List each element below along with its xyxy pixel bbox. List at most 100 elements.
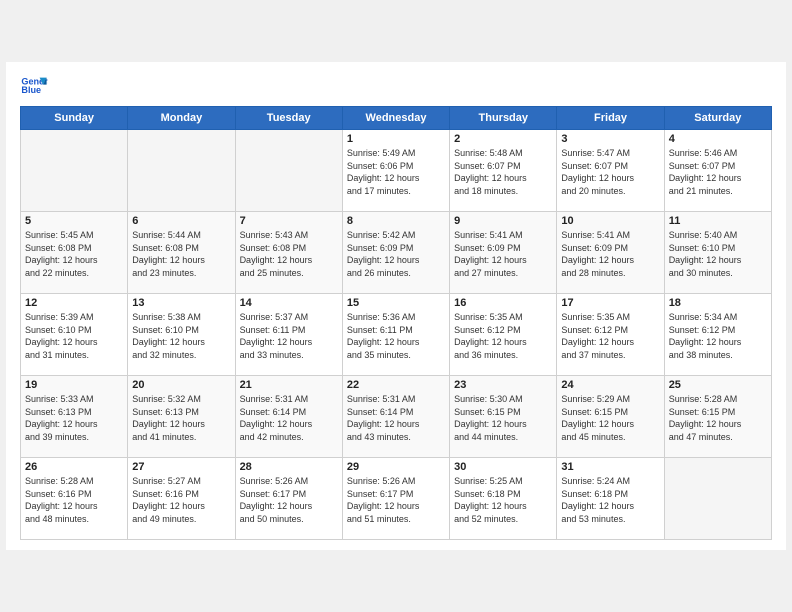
day-info: Sunrise: 5:29 AM Sunset: 6:15 PM Dayligh… — [561, 393, 659, 443]
day-cell: 26Sunrise: 5:28 AM Sunset: 6:16 PM Dayli… — [21, 458, 128, 540]
week-row-2: 12 Sunrise: 5:39 AM Sunset: 6:10 PM Dayli… — [21, 294, 772, 376]
day-number: 20 — [132, 379, 230, 391]
day-number: 25 — [669, 379, 767, 391]
day-info: Sunrise: 5:41 AM Sunset: 6:09 PM Dayligh… — [561, 229, 659, 279]
day-cell: 4 Sunrise: 5:46 AM Sunset: 6:07 PM Daylig… — [664, 130, 771, 212]
day-cell: 1Sunrise: 5:49 AM Sunset: 6:06 PM Daylig… — [342, 130, 449, 212]
day-info: Sunrise: 5:28 AM Sunset: 6:15 PM Dayligh… — [669, 393, 767, 443]
day-cell: 25 Sunrise: 5:28 AM Sunset: 6:15 PM Dayli… — [664, 376, 771, 458]
day-number: 11 — [669, 215, 767, 227]
day-info: Sunrise: 5:31 AM Sunset: 6:14 PM Dayligh… — [347, 393, 445, 443]
day-cell — [128, 130, 235, 212]
day-number: 15 — [347, 297, 445, 309]
day-info: Sunrise: 5:26 AM Sunset: 6:17 PM Dayligh… — [240, 475, 338, 525]
day-info: Sunrise: 5:46 AM Sunset: 6:07 PM Dayligh… — [669, 147, 767, 197]
day-cell — [21, 130, 128, 212]
calendar-body: 1Sunrise: 5:49 AM Sunset: 6:06 PM Daylig… — [21, 130, 772, 540]
day-number: 17 — [561, 297, 659, 309]
day-info: Sunrise: 5:42 AM Sunset: 6:09 PM Dayligh… — [347, 229, 445, 279]
weekday-friday: Friday — [557, 107, 664, 130]
day-cell — [235, 130, 342, 212]
day-cell: 30 Sunrise: 5:25 AM Sunset: 6:18 PM Dayli… — [450, 458, 557, 540]
weekday-monday: Monday — [128, 107, 235, 130]
day-cell: 21 Sunrise: 5:31 AM Sunset: 6:14 PM Dayli… — [235, 376, 342, 458]
calendar-container: General Blue SundayMondayTuesdayWednesda… — [6, 62, 786, 550]
day-cell: 10 Sunrise: 5:41 AM Sunset: 6:09 PM Dayli… — [557, 212, 664, 294]
day-number: 9 — [454, 215, 552, 227]
day-info: Sunrise: 5:32 AM Sunset: 6:13 PM Dayligh… — [132, 393, 230, 443]
day-cell: 16 Sunrise: 5:35 AM Sunset: 6:12 PM Dayli… — [450, 294, 557, 376]
weekday-wednesday: Wednesday — [342, 107, 449, 130]
day-info: Sunrise: 5:39 AM Sunset: 6:10 PM Dayligh… — [25, 311, 123, 361]
day-number: 8 — [347, 215, 445, 227]
day-number: 26 — [25, 461, 123, 473]
day-cell: 27Sunrise: 5:27 AM Sunset: 6:16 PM Dayli… — [128, 458, 235, 540]
day-number: 4 — [669, 133, 767, 145]
weekday-sunday: Sunday — [21, 107, 128, 130]
day-number: 29 — [347, 461, 445, 473]
day-cell: 24 Sunrise: 5:29 AM Sunset: 6:15 PM Dayli… — [557, 376, 664, 458]
day-cell: 15 Sunrise: 5:36 AM Sunset: 6:11 PM Dayli… — [342, 294, 449, 376]
day-info: Sunrise: 5:31 AM Sunset: 6:14 PM Dayligh… — [240, 393, 338, 443]
day-info: Sunrise: 5:48 AM Sunset: 6:07 PM Dayligh… — [454, 147, 552, 197]
logo-icon: General Blue — [20, 72, 48, 100]
day-number: 16 — [454, 297, 552, 309]
weekday-saturday: Saturday — [664, 107, 771, 130]
day-info: Sunrise: 5:47 AM Sunset: 6:07 PM Dayligh… — [561, 147, 659, 197]
weekday-header-row: SundayMondayTuesdayWednesdayThursdayFrid… — [21, 107, 772, 130]
day-cell: 17Sunrise: 5:35 AM Sunset: 6:12 PM Dayli… — [557, 294, 664, 376]
day-cell: 7Sunrise: 5:43 AM Sunset: 6:08 PM Daylig… — [235, 212, 342, 294]
day-number: 18 — [669, 297, 767, 309]
day-cell: 8 Sunrise: 5:42 AM Sunset: 6:09 PM Daylig… — [342, 212, 449, 294]
day-number: 6 — [132, 215, 230, 227]
day-number: 21 — [240, 379, 338, 391]
day-info: Sunrise: 5:34 AM Sunset: 6:12 PM Dayligh… — [669, 311, 767, 361]
day-cell: 12 Sunrise: 5:39 AM Sunset: 6:10 PM Dayli… — [21, 294, 128, 376]
svg-text:Blue: Blue — [21, 85, 41, 95]
day-number: 19 — [25, 379, 123, 391]
day-cell: 19 Sunrise: 5:33 AM Sunset: 6:13 PM Dayli… — [21, 376, 128, 458]
day-cell: 2 Sunrise: 5:48 AM Sunset: 6:07 PM Daylig… — [450, 130, 557, 212]
day-cell — [664, 458, 771, 540]
day-cell: 3Sunrise: 5:47 AM Sunset: 6:07 PM Daylig… — [557, 130, 664, 212]
day-info: Sunrise: 5:35 AM Sunset: 6:12 PM Dayligh… — [454, 311, 552, 361]
day-cell: 23 Sunrise: 5:30 AM Sunset: 6:15 PM Dayli… — [450, 376, 557, 458]
day-info: Sunrise: 5:33 AM Sunset: 6:13 PM Dayligh… — [25, 393, 123, 443]
day-number: 23 — [454, 379, 552, 391]
calendar-table: SundayMondayTuesdayWednesdayThursdayFrid… — [20, 106, 772, 540]
day-cell: 31Sunrise: 5:24 AM Sunset: 6:18 PM Dayli… — [557, 458, 664, 540]
day-number: 13 — [132, 297, 230, 309]
calendar-header-row: SundayMondayTuesdayWednesdayThursdayFrid… — [21, 107, 772, 130]
day-cell: 18 Sunrise: 5:34 AM Sunset: 6:12 PM Dayli… — [664, 294, 771, 376]
day-number: 10 — [561, 215, 659, 227]
day-info: Sunrise: 5:38 AM Sunset: 6:10 PM Dayligh… — [132, 311, 230, 361]
day-number: 5 — [25, 215, 123, 227]
day-number: 14 — [240, 297, 338, 309]
logo: General Blue — [20, 72, 52, 100]
day-cell: 13 Sunrise: 5:38 AM Sunset: 6:10 PM Dayli… — [128, 294, 235, 376]
day-cell: 11 Sunrise: 5:40 AM Sunset: 6:10 PM Dayli… — [664, 212, 771, 294]
week-row-3: 19 Sunrise: 5:33 AM Sunset: 6:13 PM Dayli… — [21, 376, 772, 458]
day-info: Sunrise: 5:37 AM Sunset: 6:11 PM Dayligh… — [240, 311, 338, 361]
day-info: Sunrise: 5:44 AM Sunset: 6:08 PM Dayligh… — [132, 229, 230, 279]
day-cell: 5 Sunrise: 5:45 AM Sunset: 6:08 PM Daylig… — [21, 212, 128, 294]
day-info: Sunrise: 5:45 AM Sunset: 6:08 PM Dayligh… — [25, 229, 123, 279]
day-info: Sunrise: 5:41 AM Sunset: 6:09 PM Dayligh… — [454, 229, 552, 279]
weekday-tuesday: Tuesday — [235, 107, 342, 130]
day-cell: 28Sunrise: 5:26 AM Sunset: 6:17 PM Dayli… — [235, 458, 342, 540]
day-number: 30 — [454, 461, 552, 473]
day-number: 2 — [454, 133, 552, 145]
day-info: Sunrise: 5:36 AM Sunset: 6:11 PM Dayligh… — [347, 311, 445, 361]
day-number: 22 — [347, 379, 445, 391]
day-cell: 9 Sunrise: 5:41 AM Sunset: 6:09 PM Daylig… — [450, 212, 557, 294]
day-info: Sunrise: 5:49 AM Sunset: 6:06 PM Dayligh… — [347, 147, 445, 197]
week-row-0: 1Sunrise: 5:49 AM Sunset: 6:06 PM Daylig… — [21, 130, 772, 212]
day-cell: 6 Sunrise: 5:44 AM Sunset: 6:08 PM Daylig… — [128, 212, 235, 294]
day-cell: 14 Sunrise: 5:37 AM Sunset: 6:11 PM Dayli… — [235, 294, 342, 376]
day-number: 24 — [561, 379, 659, 391]
day-number: 12 — [25, 297, 123, 309]
day-info: Sunrise: 5:30 AM Sunset: 6:15 PM Dayligh… — [454, 393, 552, 443]
day-info: Sunrise: 5:40 AM Sunset: 6:10 PM Dayligh… — [669, 229, 767, 279]
day-number: 7 — [240, 215, 338, 227]
day-info: Sunrise: 5:25 AM Sunset: 6:18 PM Dayligh… — [454, 475, 552, 525]
